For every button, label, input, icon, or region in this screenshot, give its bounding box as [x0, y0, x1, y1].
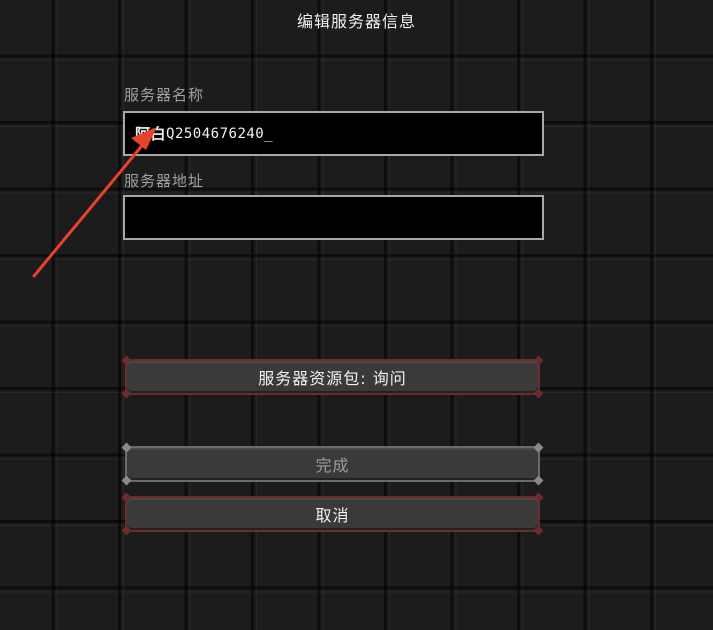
corner-ornament	[533, 355, 544, 366]
corner-ornament	[121, 442, 132, 453]
done-button-label: 完成	[315, 456, 350, 475]
corner-ornament	[533, 475, 544, 486]
annotation-arrow-icon	[32, 127, 157, 278]
cancel-button[interactable]: 取消	[121, 492, 544, 536]
corner-ornament	[121, 475, 132, 486]
screen-title: 编辑服务器信息	[296, 12, 416, 31]
corner-ornament	[121, 525, 132, 536]
server-address-label: 服务器地址	[124, 172, 205, 190]
server-address-input[interactable]	[123, 195, 544, 240]
corner-ornament	[121, 355, 132, 366]
corner-ornament	[533, 525, 544, 536]
corner-ornament	[121, 388, 132, 399]
resource-pack-button[interactable]: 服务器资源包: 询问	[121, 355, 544, 399]
done-button[interactable]: 完成	[121, 442, 544, 486]
server-name-value-rest: Q2504676240_	[166, 125, 274, 142]
resource-pack-button-label: 服务器资源包: 询问	[258, 369, 407, 388]
server-name-input[interactable]: 阿白 Q2504676240_	[123, 111, 544, 156]
corner-ornament	[533, 388, 544, 399]
corner-ornament	[533, 492, 544, 503]
corner-ornament	[533, 442, 544, 453]
server-name-value-cjk: 阿白	[135, 125, 167, 143]
server-name-label: 服务器名称	[124, 86, 205, 104]
cancel-button-label: 取消	[315, 506, 350, 525]
corner-ornament	[121, 492, 132, 503]
